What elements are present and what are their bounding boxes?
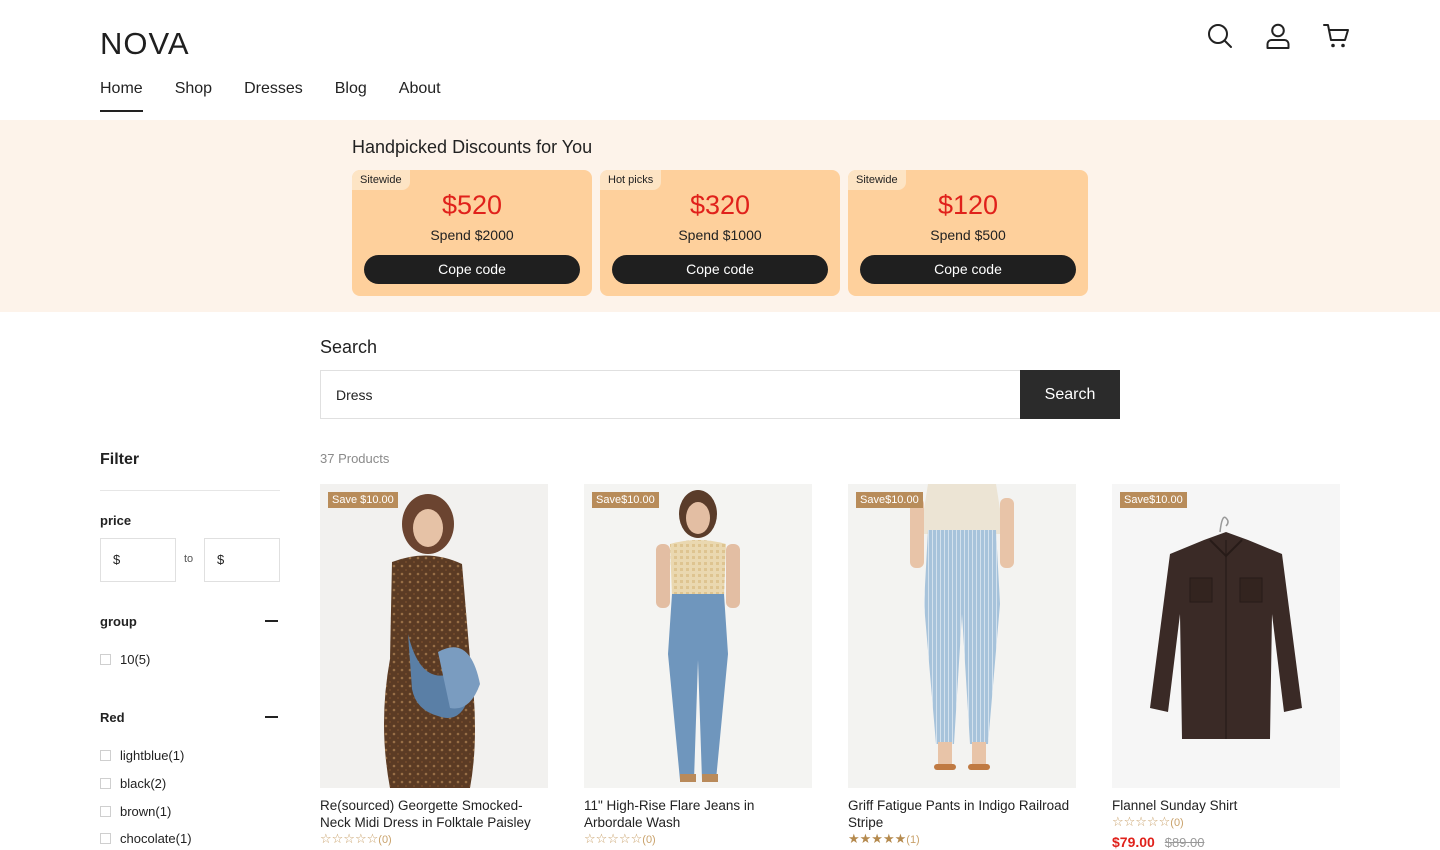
sale-price: $79.00 — [1112, 834, 1155, 850]
coupon-spend: Spend $500 — [930, 227, 1006, 243]
product-card[interactable]: Save$10.00 Flannel Sunday Shirt ☆☆☆☆☆(0)… — [1112, 484, 1340, 850]
nav-blog[interactable]: Blog — [335, 80, 367, 111]
rating-stars: ★★★★★(1) — [848, 831, 920, 846]
rating-stars: ☆☆☆☆☆(0) — [1112, 814, 1184, 829]
rating-stars: ☆☆☆☆☆(0) — [584, 831, 656, 846]
brand-logo[interactable]: NOVA — [100, 26, 190, 62]
header-icons — [1206, 22, 1350, 50]
coupon-list: Sitewide $520 Spend $2000 Cope code Hot … — [352, 170, 1088, 296]
product-image[interactable]: Save$10.00 — [584, 484, 812, 788]
coupon-spend: Spend $1000 — [678, 227, 762, 243]
product-image[interactable]: Save$10.00 — [1112, 484, 1340, 788]
nav-about[interactable]: About — [399, 80, 441, 111]
product-card[interactable]: Save$10.00 Griff Fatigue Pants in Indigo… — [848, 484, 1076, 847]
group-option[interactable]: 10(5) — [100, 652, 150, 667]
user-icon[interactable] — [1264, 22, 1292, 50]
price-filter-title: price — [100, 513, 132, 528]
nav-shop[interactable]: Shop — [175, 80, 212, 111]
search-label: Search — [320, 337, 378, 357]
site-header: NOVA Home Shop Dresses Blog About — [0, 0, 1440, 120]
coupon-amount: $320 — [689, 190, 751, 220]
product-title[interactable]: Flannel Sunday Shirt — [1112, 797, 1340, 814]
checkbox[interactable] — [100, 750, 111, 761]
product-image[interactable]: Save$10.00 — [848, 484, 1076, 788]
save-badge: Save$10.00 — [592, 492, 659, 508]
coupon-card: Hot picks $320 Spend $1000 Cope code — [600, 170, 840, 296]
save-badge: Save$10.00 — [1120, 492, 1187, 508]
collapse-group-icon[interactable] — [265, 620, 278, 622]
search-icon[interactable] — [1206, 22, 1234, 50]
main-nav: Home Shop Dresses Blog About — [100, 80, 441, 112]
nav-dresses[interactable]: Dresses — [244, 80, 303, 111]
jeans-photo — [584, 484, 812, 788]
filter-title: Filter — [100, 451, 140, 468]
coupon-card: Sitewide $520 Spend $2000 Cope code — [352, 170, 592, 296]
shirt-photo — [1112, 484, 1340, 788]
coupon-amount: $120 — [937, 190, 999, 220]
price-to-label: to — [184, 553, 194, 565]
coupon-code-button[interactable]: Cope code — [364, 255, 580, 284]
coupon-tag: Sitewide — [352, 170, 410, 190]
checkbox[interactable] — [100, 654, 111, 665]
collapse-red-icon[interactable] — [265, 716, 278, 718]
product-card[interactable]: Save $10.00 Re(sourced) Georgette Smocke… — [320, 484, 548, 847]
color-option[interactable]: brown(1) — [100, 804, 171, 819]
coupon-card: Sitewide $120 Spend $500 Cope code — [848, 170, 1088, 296]
coupon-spend: Spend $2000 — [430, 227, 514, 243]
search-button[interactable]: Search — [1020, 370, 1120, 419]
original-price: $89.00 — [1164, 835, 1205, 850]
product-image[interactable]: Save $10.00 — [320, 484, 548, 788]
product-title[interactable]: Re(sourced) Georgette Smocked-Neck Midi … — [320, 797, 548, 831]
nav-home[interactable]: Home — [100, 80, 143, 112]
search-input[interactable] — [320, 370, 1020, 419]
checkbox[interactable] — [100, 806, 111, 817]
coupon-amount: $520 — [441, 190, 503, 220]
checkbox[interactable] — [100, 778, 111, 789]
option-label: brown(1) — [120, 804, 172, 819]
coupon-tag: Sitewide — [848, 170, 906, 190]
save-badge: Save $10.00 — [328, 492, 398, 508]
coupon-code-button[interactable]: Cope code — [612, 255, 828, 284]
color-option[interactable]: lightblue(1) — [100, 748, 184, 763]
checkbox[interactable] — [100, 833, 111, 844]
dress-photo — [320, 484, 548, 788]
coupon-code-button[interactable]: Cope code — [860, 255, 1076, 284]
save-badge: Save$10.00 — [856, 492, 923, 508]
product-title[interactable]: Griff Fatigue Pants in Indigo Railroad S… — [848, 797, 1076, 831]
option-label: lightblue(1) — [120, 748, 185, 763]
price-min-field[interactable]: $ — [100, 538, 176, 582]
filter-divider — [100, 490, 280, 491]
product-title[interactable]: 11" High-Rise Flare Jeans in Arbordale W… — [584, 797, 812, 831]
color-option[interactable]: black(2) — [100, 776, 166, 791]
cart-icon[interactable] — [1322, 22, 1350, 50]
pants-photo — [848, 484, 1076, 788]
coupon-tag: Hot picks — [600, 170, 662, 190]
option-label: black(2) — [120, 776, 167, 791]
discount-banner: Handpicked Discounts for You Sitewide $5… — [0, 120, 1440, 312]
product-price: $79.00 $89.00 — [1112, 834, 1340, 850]
price-max-field[interactable]: $ — [204, 538, 280, 582]
product-card[interactable]: Save$10.00 11" High-Rise Flare Jeans in … — [584, 484, 812, 847]
red-filter-title: Red — [100, 710, 125, 725]
discount-title: Handpicked Discounts for You — [352, 137, 593, 157]
group-filter-title: group — [100, 614, 137, 629]
rating-stars: ☆☆☆☆☆(0) — [320, 831, 392, 846]
product-count: 37 Products — [320, 451, 390, 466]
option-label: 10(5) — [120, 652, 151, 667]
